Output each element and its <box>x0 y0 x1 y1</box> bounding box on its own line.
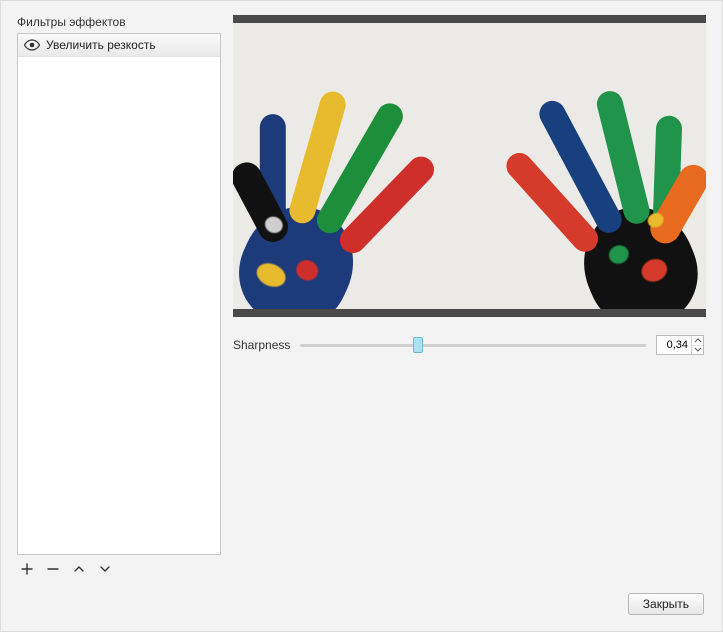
chevron-down-icon[interactable] <box>97 561 113 577</box>
filters-panel: Фильтры эффектов Увеличить резкость <box>17 15 221 577</box>
slider-thumb[interactable] <box>413 337 423 353</box>
sharpness-spinner[interactable] <box>656 335 704 355</box>
filters-panel-title: Фильтры эффектов <box>17 15 221 29</box>
filter-list[interactable]: Увеличить резкость <box>17 33 221 555</box>
filter-item-label: Увеличить резкость <box>46 38 156 52</box>
effects-dialog: Фильтры эффектов Увеличить резкость <box>0 0 723 632</box>
plus-icon[interactable] <box>19 561 35 577</box>
sharpness-slider[interactable] <box>300 336 646 354</box>
filter-item[interactable]: Увеличить резкость <box>18 34 220 57</box>
preview-frame <box>233 15 706 317</box>
sharpness-label: Sharpness <box>233 338 290 352</box>
sharpness-row: Sharpness <box>233 335 706 355</box>
close-button[interactable]: Закрыть <box>628 593 704 615</box>
preview-image <box>233 23 706 309</box>
eye-icon[interactable] <box>24 39 40 51</box>
sharpness-input[interactable] <box>657 336 691 354</box>
main-panel: Sharpness <box>233 15 706 577</box>
dialog-footer: Закрыть <box>628 593 704 615</box>
chevron-up-icon[interactable] <box>71 561 87 577</box>
filter-list-controls <box>17 555 221 577</box>
spinner-down-icon[interactable] <box>692 346 703 355</box>
minus-icon[interactable] <box>45 561 61 577</box>
spinner-up-icon[interactable] <box>692 336 703 346</box>
